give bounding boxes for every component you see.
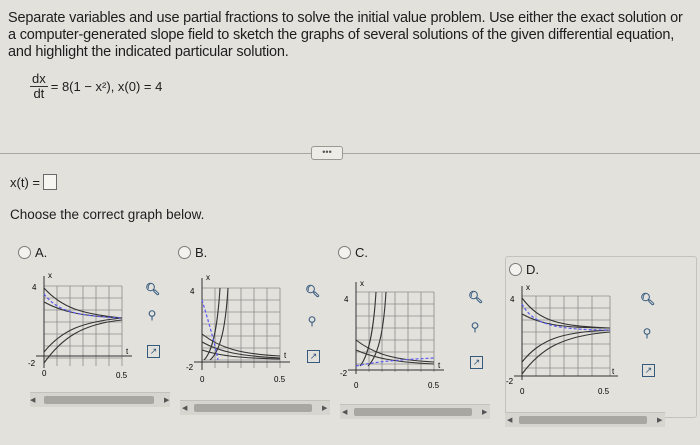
graph-c: 4 x -2 0 0.5 t [340,279,444,390]
question-text: Separate variables and use partial fract… [8,10,683,60]
option-a[interactable]: A. [18,245,47,260]
graph-b-open-icon[interactable]: ↗ [307,350,320,363]
option-b[interactable]: B. [178,245,207,260]
graph-a-x-origin: 0 [42,369,47,378]
graph-c-x-label: t [438,361,441,370]
graph-c-scrollbar[interactable] [340,404,490,419]
graph-b-y-label: x [206,273,210,282]
answer-row: x(t) = [10,174,57,190]
graph-d-x-origin: 0 [520,387,525,396]
graph-a-x-tick: 0.5 [116,371,128,380]
graph-b: 4 x -2 0 0.5 t [186,273,290,384]
graph-d-open-icon[interactable]: ↗ [642,364,655,377]
section-divider [0,153,700,154]
graph-a-open-icon[interactable]: ↗ [147,345,160,358]
graph-c-x-origin: 0 [354,381,359,390]
graph-a-zoom-out-icon[interactable]: ⚲ [145,308,159,322]
graph-c-y-label: x [360,279,364,288]
graph-d-x-label: t [612,367,615,376]
graph-d-y-label: x [526,283,530,292]
graph-b-scrollbar[interactable] [180,400,330,415]
option-a-radio[interactable] [18,246,31,259]
graph-b-zoom-out-icon[interactable]: ⚲ [305,314,319,328]
graph-a-zoom-in-icon[interactable]: 🔍︎ [145,282,160,296]
fraction-numerator: dx [30,71,48,87]
graph-d-zoom-out-icon[interactable]: ⚲ [640,326,654,340]
graph-c-x-tick: 0.5 [428,381,440,390]
graph-d-scroll-thumb[interactable] [519,416,647,424]
expand-more-button[interactable]: ••• [311,146,343,160]
option-a-label: A. [35,245,48,260]
graph-a-scroll-thumb[interactable] [44,396,154,404]
graph-d-scroll-left-icon[interactable]: ◀ [507,416,512,424]
graph-a-scroll-left-icon[interactable]: ◀ [30,396,35,404]
graph-a-y-neg-tick: -2 [28,359,36,368]
option-d-radio[interactable] [509,263,522,276]
graph-c-zoom-out-icon[interactable]: ⚲ [468,320,482,334]
graph-c-y-neg-tick: -2 [340,369,348,378]
answer-input[interactable] [42,174,57,190]
fraction-denominator: dt [33,86,45,101]
option-b-radio[interactable] [178,246,191,259]
graph-b-zoom-in-icon[interactable]: 🔍︎ [305,284,320,298]
graph-b-scroll-left-icon[interactable]: ◀ [182,404,187,412]
graph-d-scroll-right-icon[interactable]: ▶ [657,416,662,424]
graph-b-y-neg-tick: -2 [186,363,194,372]
choose-prompt: Choose the correct graph below. [10,207,205,222]
graph-d-x-tick: 0.5 [598,387,610,396]
graph-c-scroll-right-icon[interactable]: ▶ [482,408,487,416]
option-c-radio[interactable] [338,246,351,259]
graph-a: 4 x -2 0 0.5 t [28,271,132,380]
graph-b-x-label: t [284,351,287,360]
graph-d: 4 x -2 0 0.5 t [506,283,618,396]
option-b-label: B. [195,245,208,260]
option-c[interactable]: C. [338,245,368,260]
graph-d-zoom-in-icon[interactable]: 🔍︎ [640,292,655,306]
graph-a-y-label: x [48,271,52,280]
graph-b-x-tick: 0.5 [274,375,286,384]
graph-c-scroll-thumb[interactable] [354,408,472,416]
option-d[interactable]: D. [509,262,539,277]
graph-a-scroll-right-icon[interactable]: ▶ [164,396,169,404]
graph-d-y-neg-tick: -2 [506,377,514,386]
graph-c-zoom-in-icon[interactable]: 🔍︎ [468,290,483,304]
graph-b-scroll-right-icon[interactable]: ▶ [322,404,327,412]
graph-b-y-tick: 4 [190,287,195,296]
graph-b-x-origin: 0 [200,375,205,384]
graph-c-y-tick: 4 [344,295,349,304]
differential-equation: dx dt = 8(1 − x²), x(0) = 4 [30,72,162,101]
graph-c-open-icon[interactable]: ↗ [470,356,483,369]
option-d-label: D. [526,262,539,277]
option-c-label: C. [355,245,368,260]
graph-a-x-label: t [126,347,129,356]
graph-a-y-tick: 4 [32,283,37,292]
graph-a-scrollbar[interactable] [30,392,170,407]
graph-d-y-tick: 4 [510,295,515,304]
graph-d-scrollbar[interactable] [505,412,665,427]
equation-rhs: = 8(1 − x²), x(0) = 4 [50,79,163,94]
derivative-fraction: dx dt [30,72,48,101]
answer-label: x(t) = [10,174,40,190]
graph-c-scroll-left-icon[interactable]: ◀ [342,408,347,416]
graph-b-scroll-thumb[interactable] [194,404,312,412]
